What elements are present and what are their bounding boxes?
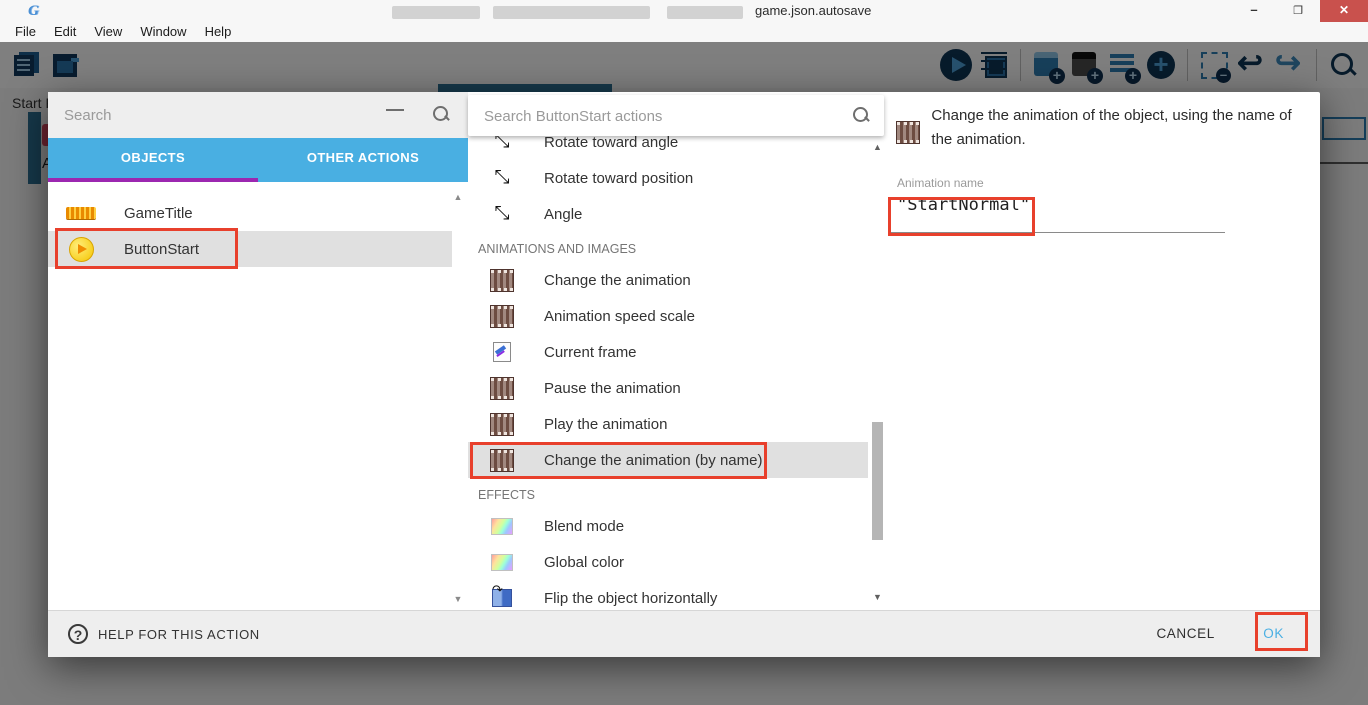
action-label: Animation speed scale [544,308,695,325]
object-item-gametitle[interactable]: GameTitle [48,195,452,231]
actions-scrollbar[interactable]: ▲ ▼ [870,140,885,604]
film-icon [490,378,514,399]
objects-tab-bar: OBJECTS OTHER ACTIONS [48,138,468,182]
film-icon [490,414,514,435]
action-label: Rotate toward angle [544,134,678,151]
search-icon [853,107,870,124]
menu-window[interactable]: Window [131,22,195,42]
annotation-box-field [888,197,1035,236]
action-label: Pause the animation [544,380,681,397]
actions-search-bar [468,95,884,136]
annotation-box-action [470,442,767,479]
rotate-icon [490,203,514,225]
annotation-box-ok [1255,612,1308,651]
action-label: Angle [544,206,582,223]
close-button[interactable] [1320,0,1368,22]
action-label: Rotate toward position [544,170,693,187]
active-tab-underline [48,178,258,182]
action-detail-panel: Change the animation of the object, usin… [888,92,1320,610]
tab-other-actions[interactable]: OTHER ACTIONS [258,138,468,182]
gdevelop-logo-icon [28,2,46,20]
film-icon [490,306,514,327]
window-title: game.json.autosave [755,3,871,18]
search-icon [433,106,450,123]
action-label: Flip the object horizontally [544,590,717,607]
menu-file[interactable]: File [6,22,45,42]
scrollbar-thumb[interactable] [872,422,883,540]
help-label: HELP FOR THIS ACTION [98,627,260,642]
scroll-down-icon[interactable]: ▼ [870,592,885,602]
film-icon [490,270,514,291]
action-item[interactable]: Global color [468,544,868,580]
menu-bar: FileEditViewWindowHelp [0,22,1368,42]
help-button[interactable]: HELP FOR THIS ACTION [68,624,260,644]
objects-search-input[interactable] [64,102,364,128]
action-item[interactable]: Change the animation [468,262,868,298]
action-description: Change the animation of the object, usin… [931,104,1312,152]
gradient-icon [490,518,514,535]
action-label: Current frame [544,344,637,361]
game-title-thumbnail-icon [66,207,96,219]
action-item[interactable]: Flip the object horizontally [468,580,868,610]
film-strip-icon [896,112,919,152]
action-label: Global color [544,554,624,571]
window-controls [1232,0,1368,22]
action-item[interactable]: Angle [468,196,868,232]
action-item[interactable]: Pause the animation [468,370,868,406]
actions-search-input[interactable] [484,103,814,129]
frame-icon [490,342,514,362]
title-redacted-block [493,6,650,19]
flip-icon [490,589,514,607]
restore-button[interactable] [1276,0,1320,22]
menu-view[interactable]: View [85,22,131,42]
rotate-icon [490,167,514,189]
actions-list: Rotate toward angle Rotate toward positio… [468,124,868,610]
filter-icon[interactable] [386,109,404,121]
animation-name-label: Animation name [897,176,984,190]
scroll-up-icon[interactable]: ▲ [870,142,885,152]
action-item[interactable]: Animation speed scale [468,298,868,334]
section-header: ANIMATIONS AND IMAGES [468,232,868,262]
action-label: Blend mode [544,518,624,535]
action-editor-dialog: OBJECTS OTHER ACTIONS GameTitleButtonSta… [48,92,1320,657]
gradient-icon [490,554,514,571]
action-item[interactable]: Play the animation [468,406,868,442]
question-mark-icon [68,624,88,644]
scroll-down-icon[interactable]: ▼ [452,594,464,604]
action-item[interactable]: Blend mode [468,508,868,544]
menu-help[interactable]: Help [196,22,241,42]
application-window: game.json.autosave FileEditViewWindowHel… [0,0,1368,705]
action-label: Change the animation [544,272,691,289]
scroll-up-icon[interactable]: ▲ [452,192,464,202]
tab-objects[interactable]: OBJECTS [48,138,258,182]
dialog-footer: HELP FOR THIS ACTION CANCEL OK [48,610,1320,657]
menu-edit[interactable]: Edit [45,22,85,42]
objects-search-bar [48,92,468,138]
action-item[interactable]: Rotate toward position [468,160,868,196]
minimize-button[interactable] [1232,0,1276,22]
annotation-box-buttonstart [55,228,238,269]
action-item[interactable]: Current frame [468,334,868,370]
action-label: Play the animation [544,416,667,433]
object-label: GameTitle [124,205,193,222]
title-bar: game.json.autosave [0,0,1368,22]
cancel-button[interactable]: CANCEL [1156,626,1214,641]
title-redacted-block [667,6,743,19]
section-header: EFFECTS [468,478,868,508]
title-redacted-block [392,6,480,19]
